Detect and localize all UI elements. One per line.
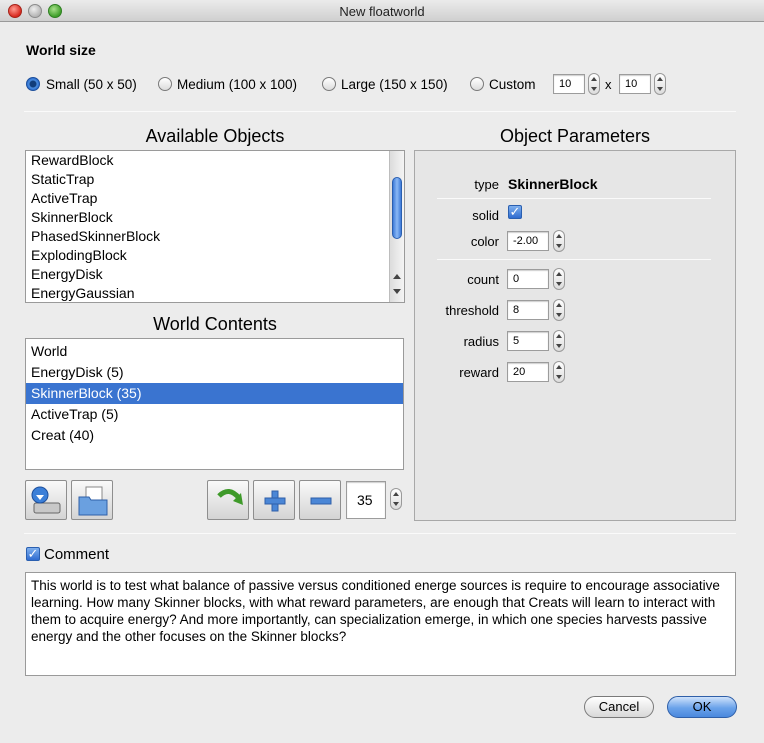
custom-width-field[interactable]: 10 [553, 74, 585, 94]
available-objects-scrollbar[interactable] [389, 151, 404, 302]
comment-label[interactable]: Comment [44, 546, 109, 563]
refresh-arrow-icon [217, 489, 243, 505]
list-item[interactable]: RewardBlock [26, 151, 404, 170]
available-objects-list[interactable]: RewardBlock StaticTrap ActiveTrap Skinne… [25, 150, 405, 303]
list-item[interactable]: World [26, 341, 403, 362]
radio-medium[interactable] [158, 77, 172, 91]
import-button[interactable] [25, 480, 67, 520]
scroll-down-arrow-icon[interactable] [393, 289, 401, 294]
window-title: New floatworld [339, 4, 425, 19]
list-item[interactable]: EnergyDisk [26, 265, 404, 284]
type-value: SkinnerBlock [508, 176, 598, 192]
type-label: type [474, 177, 499, 192]
reward-label: reward [459, 365, 499, 380]
object-parameters-title: Object Parameters [499, 126, 651, 146]
plus-icon [264, 490, 286, 512]
cancel-button[interactable]: Cancel [584, 696, 654, 718]
list-item[interactable]: ExplodingBlock [26, 246, 404, 265]
threshold-field[interactable]: 8 [507, 300, 549, 320]
radius-stepper[interactable] [553, 330, 565, 352]
list-item[interactable]: SkinnerBlock [26, 208, 404, 227]
available-objects-title: Available Objects [145, 126, 285, 146]
solid-label: solid [472, 208, 499, 223]
add-button[interactable] [253, 480, 295, 520]
radio-small[interactable] [26, 77, 40, 91]
threshold-stepper[interactable] [553, 299, 565, 321]
custom-height-field[interactable]: 10 [619, 74, 651, 94]
color-field[interactable]: -2.00 [507, 231, 549, 251]
count-stepper[interactable] [390, 488, 402, 510]
radio-large[interactable] [322, 77, 336, 91]
divider [437, 198, 711, 199]
color-stepper[interactable] [553, 230, 565, 252]
world-contents-list[interactable]: World EnergyDisk (5) SkinnerBlock (35) A… [25, 338, 404, 470]
radius-label: radius [463, 334, 499, 349]
reward-stepper[interactable] [553, 361, 565, 383]
radio-custom[interactable] [470, 77, 484, 91]
divider [437, 259, 711, 260]
radio-custom-label[interactable]: Custom [489, 77, 536, 92]
count-label: count [467, 272, 499, 287]
comment-textarea[interactable]: This world is to test what balance of pa… [25, 572, 736, 676]
count-param-stepper[interactable] [553, 268, 565, 290]
solid-checkbox[interactable]: ✓ [508, 205, 522, 219]
reward-field[interactable]: 20 [507, 362, 549, 382]
radius-field[interactable]: 5 [507, 331, 549, 351]
list-item[interactable]: StaticTrap [26, 170, 404, 189]
list-item[interactable]: EnergyGaussian [26, 284, 404, 302]
scrollbar-thumb[interactable] [392, 177, 402, 239]
ok-button[interactable]: OK [667, 696, 737, 718]
title-bar: New floatworld [0, 0, 764, 22]
list-item[interactable]: Creat (40) [26, 425, 403, 446]
radio-small-label[interactable]: Small (50 x 50) [46, 77, 137, 92]
refresh-button[interactable] [207, 480, 249, 520]
object-parameters-panel: type SkinnerBlock solid ✓ color -2.00 co… [414, 150, 736, 521]
list-item-selected[interactable]: SkinnerBlock (35) [26, 383, 403, 404]
world-size-heading: World size [26, 42, 96, 58]
remove-button[interactable] [299, 480, 341, 520]
list-item[interactable]: EnergyDisk (5) [26, 362, 403, 383]
radio-large-label[interactable]: Large (150 x 150) [341, 77, 448, 92]
radio-medium-label[interactable]: Medium (100 x 100) [177, 77, 297, 92]
divider [24, 533, 736, 534]
times-label: x [605, 77, 612, 92]
export-button[interactable] [71, 480, 113, 520]
scroll-up-arrow-icon[interactable] [393, 274, 401, 279]
comment-checkbox[interactable]: ✓ [26, 547, 40, 561]
custom-height-stepper[interactable] [654, 73, 666, 95]
import-drive-icon [31, 486, 61, 514]
list-item[interactable]: PhasedSkinnerBlock [26, 227, 404, 246]
folder-icon [78, 486, 108, 516]
list-item[interactable]: ActiveTrap (5) [26, 404, 403, 425]
threshold-label: threshold [445, 303, 499, 318]
custom-width-stepper[interactable] [588, 73, 600, 95]
divider [24, 111, 736, 112]
world-contents-title: World Contents [153, 314, 277, 334]
count-param-field[interactable]: 0 [507, 269, 549, 289]
count-field[interactable]: 35 [346, 481, 386, 519]
list-item[interactable]: ActiveTrap [26, 189, 404, 208]
color-label: color [470, 234, 499, 249]
minus-icon [310, 497, 332, 505]
